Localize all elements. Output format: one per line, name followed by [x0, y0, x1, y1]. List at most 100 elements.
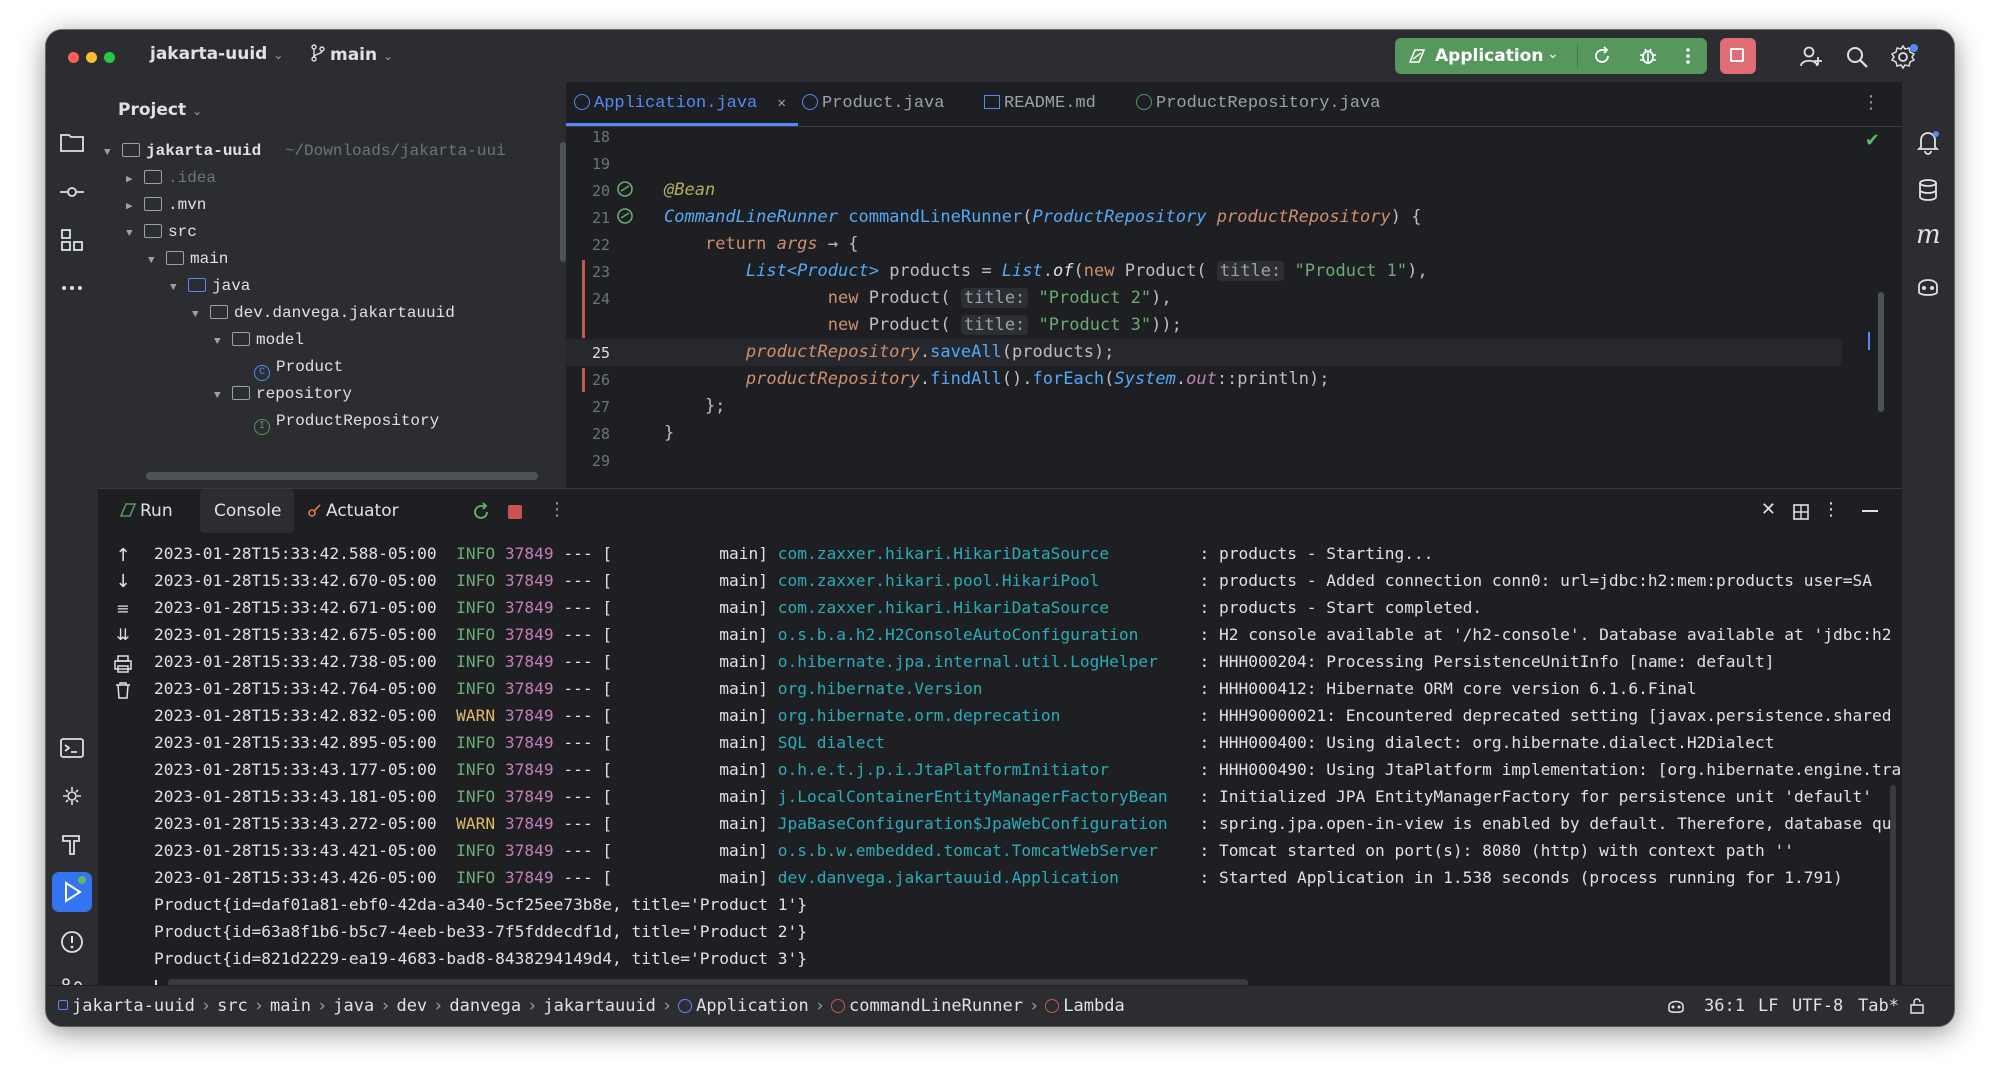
commit-icon[interactable]: [58, 178, 86, 206]
scroll-up-icon[interactable]: ↑: [112, 545, 134, 567]
minimize-icon[interactable]: [1862, 510, 1878, 512]
breadcrumb-item[interactable]: src: [217, 996, 248, 1016]
print-icon[interactable]: [112, 653, 134, 675]
notifications-bell-icon[interactable]: [1914, 128, 1942, 156]
chevron-down-icon: ▼: [148, 255, 155, 267]
tab-console[interactable]: Console: [214, 501, 282, 521]
tab-run[interactable]: Run: [118, 501, 173, 521]
tree-item-src[interactable]: ▼ src: [126, 223, 197, 250]
parameter-hint: title:: [960, 315, 1029, 335]
log-timestamp: 2023-01-28T15:33:42.670-05:00: [154, 571, 437, 590]
folder-icon[interactable]: [58, 128, 86, 156]
breadcrumb-item[interactable]: Lambda: [1063, 996, 1124, 1016]
tree-item-mvn[interactable]: ▶ .mvn: [126, 196, 206, 223]
more-actions-icon[interactable]: [1683, 45, 1693, 67]
tree-item-label: Product: [276, 358, 344, 376]
console-vertical-scrollbar[interactable]: [1890, 785, 1896, 993]
breadcrumb-item[interactable]: main: [270, 996, 311, 1016]
close-tab-icon[interactable]: ✕: [777, 96, 785, 112]
problems-icon[interactable]: [58, 928, 86, 956]
breadcrumb-item[interactable]: jakartauuid: [543, 996, 656, 1016]
build-hammer-icon[interactable]: [58, 830, 86, 858]
tab-application-java[interactable]: Application.java ✕: [574, 94, 786, 113]
more-tools-icon[interactable]: [58, 274, 86, 302]
vcs-change-marker[interactable]: [582, 368, 585, 392]
tab-productrepository-java[interactable]: ProductRepository.java: [1136, 94, 1380, 113]
search-icon[interactable]: [1844, 44, 1870, 70]
zoom-window-button[interactable]: [104, 52, 115, 63]
close-icon[interactable]: ✕: [1761, 499, 1776, 520]
copilot-status-icon[interactable]: [1666, 996, 1686, 1016]
breadcrumb-item[interactable]: commandLineRunner: [849, 996, 1023, 1016]
caret-position[interactable]: 36:1: [1704, 996, 1745, 1016]
breadcrumb-item[interactable]: jakarta-uuid: [72, 996, 195, 1016]
spring-bean-gutter-icon[interactable]: [616, 207, 634, 225]
project-pane-header[interactable]: Project ⌄: [118, 100, 202, 120]
breadcrumb-item[interactable]: Application: [696, 996, 809, 1016]
structure-icon[interactable]: [58, 226, 86, 254]
breadcrumb-item[interactable]: danvega: [449, 996, 521, 1016]
breadcrumb-item[interactable]: dev: [396, 996, 427, 1016]
rerun-icon[interactable]: [1591, 45, 1613, 67]
breadcrumb-item[interactable]: java: [333, 996, 374, 1016]
file-encoding[interactable]: UTF-8: [1792, 996, 1843, 1016]
tree-item-main[interactable]: ▼ main: [148, 250, 228, 277]
run-tool-button[interactable]: [52, 872, 92, 912]
variable: products: [1012, 342, 1094, 362]
chevron-right-icon: ›: [527, 996, 538, 1016]
add-user-icon[interactable]: [1798, 44, 1824, 70]
tree-item-root[interactable]: ▼ jakarta-uuid ~/Downloads/jakarta-uui: [104, 142, 506, 169]
debug-icon[interactable]: [1637, 45, 1659, 67]
line-number: 26: [591, 371, 610, 389]
chevron-down-icon: ▼: [214, 390, 221, 402]
inspection-ok-icon[interactable]: ✔: [1865, 130, 1880, 151]
tree-item-productrepository[interactable]: I ProductRepository: [254, 412, 439, 439]
branch-selector[interactable]: main ⌄: [310, 44, 393, 65]
tree-item-idea[interactable]: ▶ .idea: [126, 169, 216, 196]
scroll-to-end-icon[interactable]: ⇊: [112, 625, 134, 647]
log-timestamp: 2023-01-28T15:33:43.272-05:00: [154, 814, 437, 833]
horizontal-scrollbar[interactable]: [146, 472, 538, 480]
trash-icon[interactable]: [112, 679, 134, 701]
project-name: jakarta-uuid: [150, 44, 268, 64]
tab-actuator[interactable]: Actuator: [306, 501, 399, 521]
spring-bean-gutter-icon[interactable]: [616, 180, 634, 198]
close-window-button[interactable]: [68, 52, 79, 63]
terminal-icon[interactable]: [58, 734, 86, 762]
log-thread: main: [719, 814, 759, 833]
more-actions-icon[interactable]: ⋮: [548, 499, 566, 520]
minimize-window-button[interactable]: [86, 52, 97, 63]
tab-options-icon[interactable]: ⋮: [1862, 92, 1880, 113]
chevron-right-icon: ›: [814, 996, 826, 1016]
options-icon[interactable]: ⋮: [1822, 499, 1840, 520]
maven-icon[interactable]: m: [1916, 220, 1941, 250]
scroll-down-icon[interactable]: ↓: [112, 571, 134, 593]
log-logger: o.h.e.t.j.p.i.JtaPlatformInitiator: [777, 760, 1110, 779]
project-selector[interactable]: jakarta-uuid ⌄: [150, 44, 283, 64]
layout-icon[interactable]: [1792, 503, 1810, 521]
stop-button[interactable]: [1720, 38, 1756, 74]
tree-root-label: jakarta-uuid: [146, 142, 262, 160]
unlock-icon[interactable]: [1908, 997, 1926, 1015]
tree-item-repository[interactable]: ▼ repository: [214, 385, 352, 412]
copilot-icon[interactable]: [1914, 272, 1942, 300]
tab-product-java[interactable]: Product.java: [802, 94, 944, 113]
indent-setting[interactable]: Tab*: [1858, 996, 1899, 1016]
line-ending[interactable]: LF: [1758, 996, 1778, 1016]
services-icon[interactable]: [58, 782, 86, 810]
vcs-change-marker[interactable]: [582, 260, 585, 338]
source-folder-icon: [188, 278, 206, 292]
stop-icon[interactable]: [508, 505, 522, 519]
tree-item-product[interactable]: C Product: [254, 358, 343, 385]
tree-item-model[interactable]: ▼ model: [214, 331, 304, 358]
run-configuration-widget[interactable]: Application ⌄: [1395, 38, 1707, 74]
tree-item-java[interactable]: ▼ java: [170, 277, 250, 304]
rerun-icon[interactable]: [470, 501, 492, 523]
tab-readme[interactable]: README.md: [984, 94, 1096, 113]
soft-wrap-icon[interactable]: ≡: [112, 599, 134, 621]
tree-item-package[interactable]: ▼ dev.danvega.jakartauuid: [192, 304, 455, 331]
log-line: 2023-01-28T15:33:42.588-05:00 INFO 37849…: [154, 544, 1434, 563]
database-icon[interactable]: [1914, 176, 1942, 204]
editor-scrollbar[interactable]: [1878, 292, 1884, 412]
log-pid: 37849: [504, 598, 554, 617]
